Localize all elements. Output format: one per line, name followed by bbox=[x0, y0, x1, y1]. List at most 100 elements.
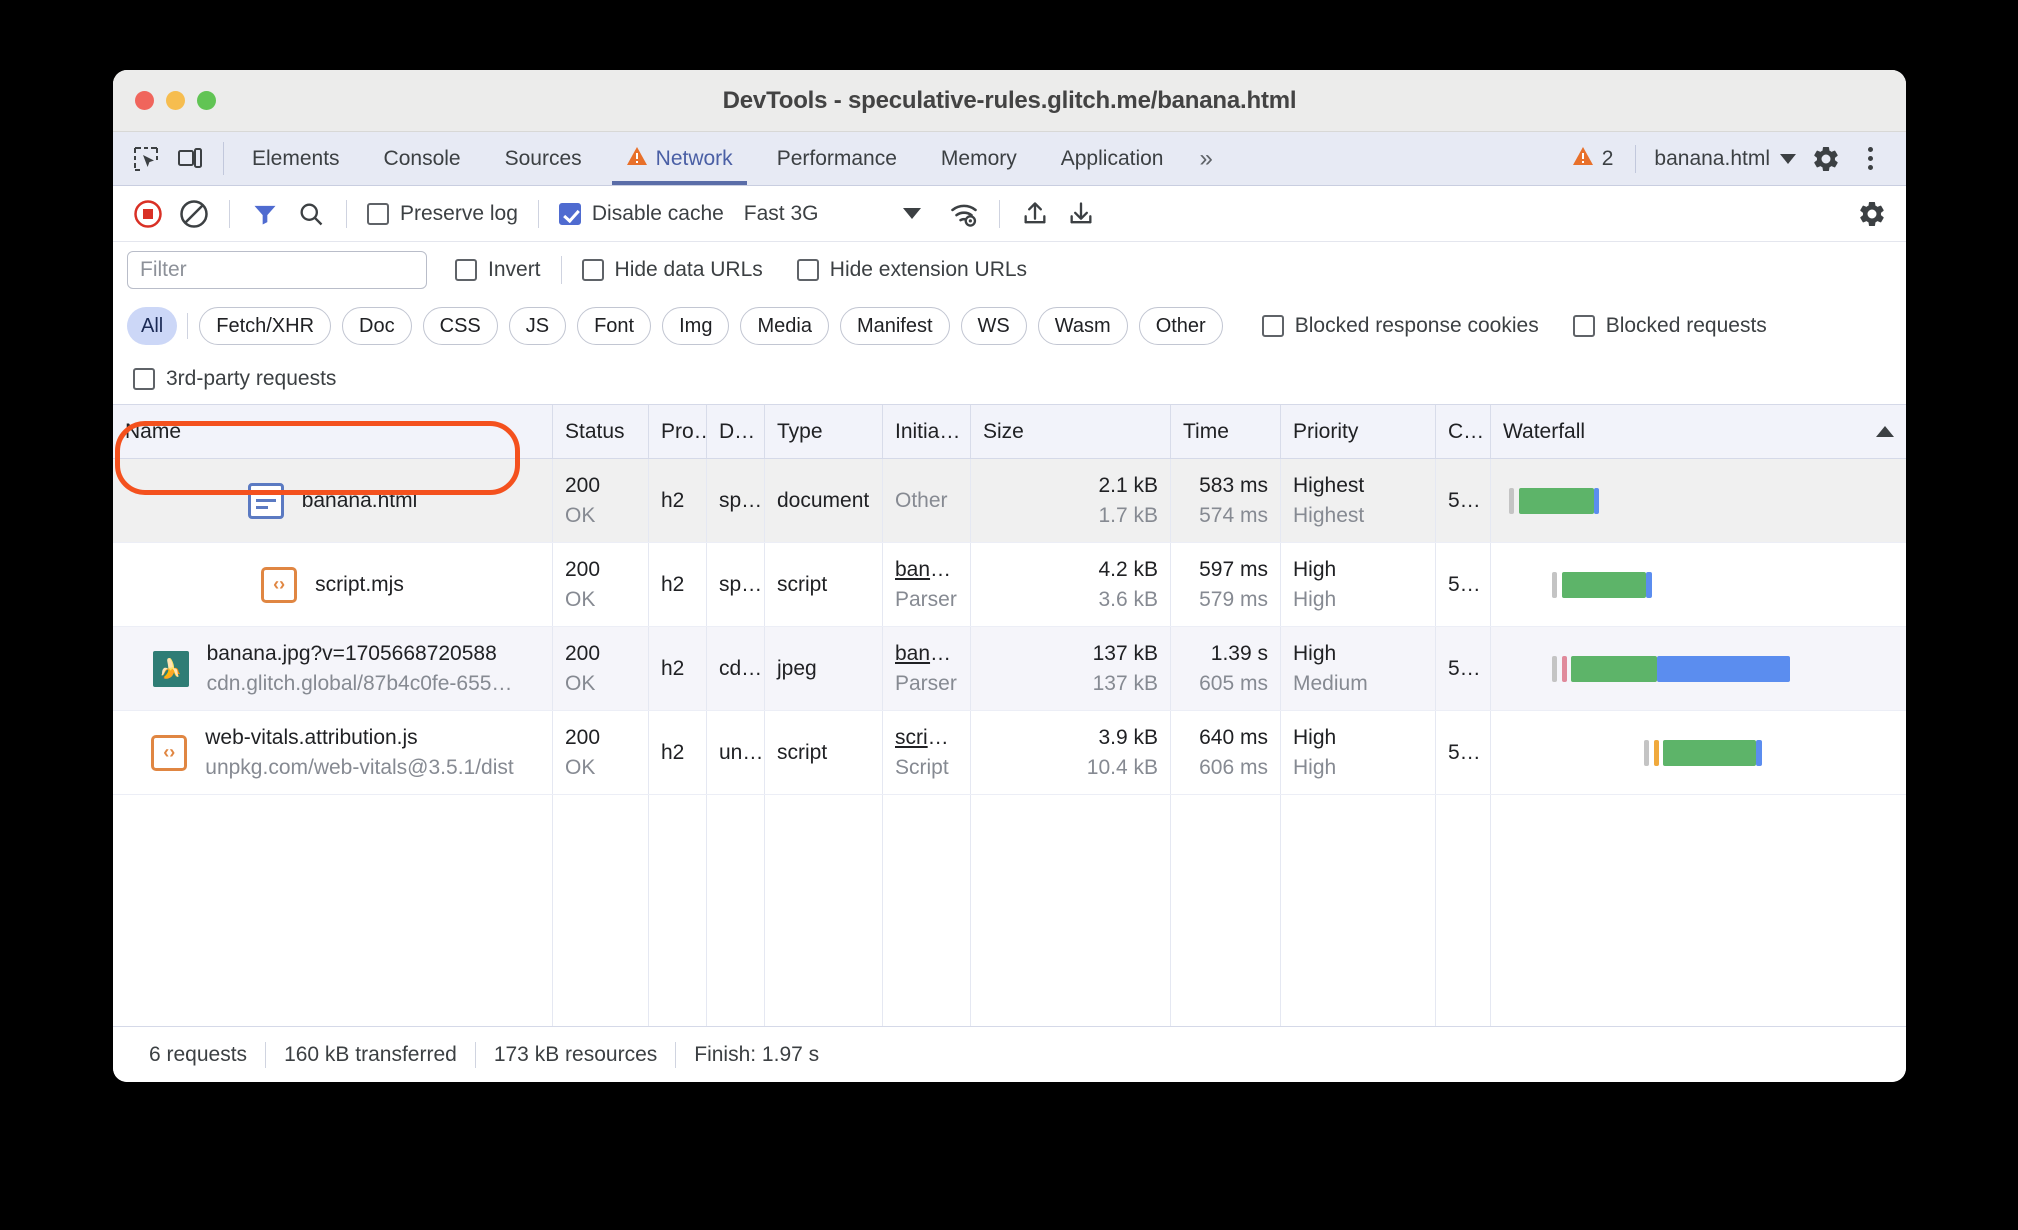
tab-console[interactable]: Console bbox=[362, 132, 483, 185]
type-filter-doc[interactable]: Doc bbox=[342, 307, 412, 345]
time-value: 597 ms bbox=[1199, 557, 1268, 581]
settings-gear-icon[interactable] bbox=[1806, 139, 1846, 179]
initiator-cell[interactable]: bana… Parser bbox=[883, 543, 971, 626]
status-code: 200 bbox=[565, 473, 601, 497]
javascript-file-icon: ‹› bbox=[261, 566, 298, 603]
column-header-domain[interactable]: D… bbox=[707, 405, 765, 458]
type-filter-all[interactable]: All bbox=[127, 307, 178, 345]
inspect-element-icon[interactable] bbox=[127, 140, 165, 178]
initiator-link[interactable]: bana… bbox=[895, 642, 958, 666]
network-conditions-icon[interactable] bbox=[943, 193, 985, 235]
type-filter-wasm[interactable]: Wasm bbox=[1037, 307, 1128, 345]
type-filter-img[interactable]: Img bbox=[662, 307, 730, 345]
column-header-type[interactable]: Type bbox=[765, 405, 883, 458]
column-header-connection-id[interactable]: C… bbox=[1436, 405, 1491, 458]
blocked-requests-checkbox[interactable]: Blocked requests bbox=[1567, 314, 1773, 338]
record-stop-icon[interactable] bbox=[127, 193, 169, 235]
tab-application[interactable]: Application bbox=[1039, 132, 1186, 185]
initiator-sub: Parser bbox=[895, 587, 957, 611]
tab-network[interactable]: Network bbox=[604, 132, 755, 185]
domain-cell: cd… bbox=[707, 627, 765, 710]
clear-icon[interactable] bbox=[173, 193, 215, 235]
table-row[interactable]: banana.html 200 OK h2 sp… document Other… bbox=[113, 459, 1906, 543]
column-header-waterfall[interactable]: Waterfall bbox=[1491, 405, 1906, 458]
status-cell: 200 OK bbox=[553, 627, 649, 710]
initiator-sub: Parser bbox=[895, 671, 957, 695]
size-sub-value: 1.7 kB bbox=[1098, 503, 1158, 527]
column-header-name[interactable]: Name bbox=[113, 405, 553, 458]
filter-input[interactable] bbox=[127, 251, 427, 289]
empty-cell bbox=[1281, 795, 1436, 1057]
device-toolbar-icon[interactable] bbox=[171, 140, 209, 178]
target-selector[interactable]: banana.html bbox=[1648, 147, 1802, 171]
column-header-status[interactable]: Status bbox=[553, 405, 649, 458]
request-name-cell[interactable]: ‹› script.mjs bbox=[113, 543, 553, 626]
type-filter-ws[interactable]: WS bbox=[960, 307, 1027, 345]
type-filter-js[interactable]: JS bbox=[508, 307, 567, 345]
request-name-cell[interactable]: ‹› web-vitals.attribution.js unpkg.com/w… bbox=[113, 711, 553, 794]
type-filter-media[interactable]: Media bbox=[740, 307, 829, 345]
table-row[interactable]: ‹› script.mjs 200 OK h2 sp… script bana…… bbox=[113, 543, 1906, 627]
priority-cell: High High bbox=[1281, 543, 1436, 626]
throttling-select[interactable]: Fast 3G bbox=[744, 202, 921, 226]
window-title: DevTools - speculative-rules.glitch.me/b… bbox=[722, 86, 1297, 114]
hide-data-urls-checkbox[interactable]: Hide data URLs bbox=[576, 258, 769, 282]
disable-cache-checkbox[interactable]: Disable cache bbox=[553, 202, 730, 226]
preserve-log-checkbox[interactable]: Preserve log bbox=[361, 202, 524, 226]
initiator-cell[interactable]: scrip… Script bbox=[883, 711, 971, 794]
third-party-requests-checkbox[interactable]: 3rd-party requests bbox=[127, 367, 342, 391]
status-cell: 200 OK bbox=[553, 459, 649, 542]
search-icon[interactable] bbox=[290, 193, 332, 235]
empty-cell bbox=[1436, 795, 1491, 1057]
type-cell: script bbox=[765, 711, 883, 794]
waterfall-cell bbox=[1491, 711, 1906, 794]
initiator-link[interactable]: scrip… bbox=[895, 726, 958, 750]
time-cell: 597 ms 579 ms bbox=[1171, 543, 1281, 626]
request-name-cell[interactable]: 🍌 banana.jpg?v=1705668720588 cdn.glitch.… bbox=[113, 627, 553, 710]
priority-cell: High Medium bbox=[1281, 627, 1436, 710]
transferred-size: 160 kB transferred bbox=[284, 1042, 457, 1066]
column-header-size[interactable]: Size bbox=[971, 405, 1171, 458]
network-toolbar: Preserve log Disable cache Fast 3G bbox=[113, 186, 1906, 242]
connection-id-cell: 5… bbox=[1436, 627, 1491, 710]
third-party-requests-label: 3rd-party requests bbox=[166, 367, 337, 390]
tab-performance[interactable]: Performance bbox=[755, 132, 919, 185]
blocked-response-cookies-checkbox[interactable]: Blocked response cookies bbox=[1256, 314, 1545, 338]
table-row[interactable]: ‹› web-vitals.attribution.js unpkg.com/w… bbox=[113, 711, 1906, 795]
request-name: web-vitals.attribution.js bbox=[205, 725, 418, 749]
initiator-cell[interactable]: bana… Parser bbox=[883, 627, 971, 710]
kebab-menu-icon[interactable] bbox=[1850, 139, 1890, 179]
export-har-icon[interactable] bbox=[1060, 193, 1102, 235]
time-sub-value: 574 ms bbox=[1199, 503, 1268, 527]
column-header-priority[interactable]: Priority bbox=[1281, 405, 1436, 458]
issues-warning-badge[interactable]: 2 bbox=[1562, 146, 1624, 172]
initiator-link[interactable]: bana… bbox=[895, 558, 958, 582]
tab-sources[interactable]: Sources bbox=[483, 132, 604, 185]
type-filter-manifest[interactable]: Manifest bbox=[839, 307, 950, 345]
initiator-value: Other bbox=[895, 488, 948, 512]
request-name-cell[interactable]: banana.html bbox=[113, 459, 553, 542]
table-row[interactable]: 🍌 banana.jpg?v=1705668720588 cdn.glitch.… bbox=[113, 627, 1906, 711]
devtools-tab-bar: Elements Console Sources Network Perform… bbox=[113, 132, 1906, 186]
more-tabs-icon[interactable]: » bbox=[1185, 132, 1224, 185]
import-har-icon[interactable] bbox=[1014, 193, 1056, 235]
invert-checkbox[interactable]: Invert bbox=[449, 258, 547, 282]
filter-icon[interactable] bbox=[244, 193, 286, 235]
column-header-initiator[interactable]: Initia… bbox=[883, 405, 971, 458]
column-header-time[interactable]: Time bbox=[1171, 405, 1281, 458]
domain-cell: un… bbox=[707, 711, 765, 794]
hide-extension-urls-checkbox[interactable]: Hide extension URLs bbox=[791, 258, 1033, 282]
status-code: 200 bbox=[565, 641, 601, 665]
tab-memory[interactable]: Memory bbox=[919, 132, 1039, 185]
type-filter-css[interactable]: CSS bbox=[422, 307, 498, 345]
type-filter-fetch-xhr[interactable]: Fetch/XHR bbox=[199, 307, 332, 345]
initiator-sub: Script bbox=[895, 755, 949, 779]
type-filter-other[interactable]: Other bbox=[1138, 307, 1223, 345]
resources-size: 173 kB resources bbox=[493, 1042, 658, 1066]
resource-type-filters: All Fetch/XHR Doc CSS JS Font Img Media … bbox=[113, 298, 1906, 354]
waterfall-bars bbox=[1503, 543, 1894, 626]
tab-elements[interactable]: Elements bbox=[230, 132, 362, 185]
network-settings-gear-icon[interactable] bbox=[1852, 194, 1892, 234]
type-filter-font[interactable]: Font bbox=[577, 307, 652, 345]
column-header-protocol[interactable]: Pro… bbox=[649, 405, 707, 458]
